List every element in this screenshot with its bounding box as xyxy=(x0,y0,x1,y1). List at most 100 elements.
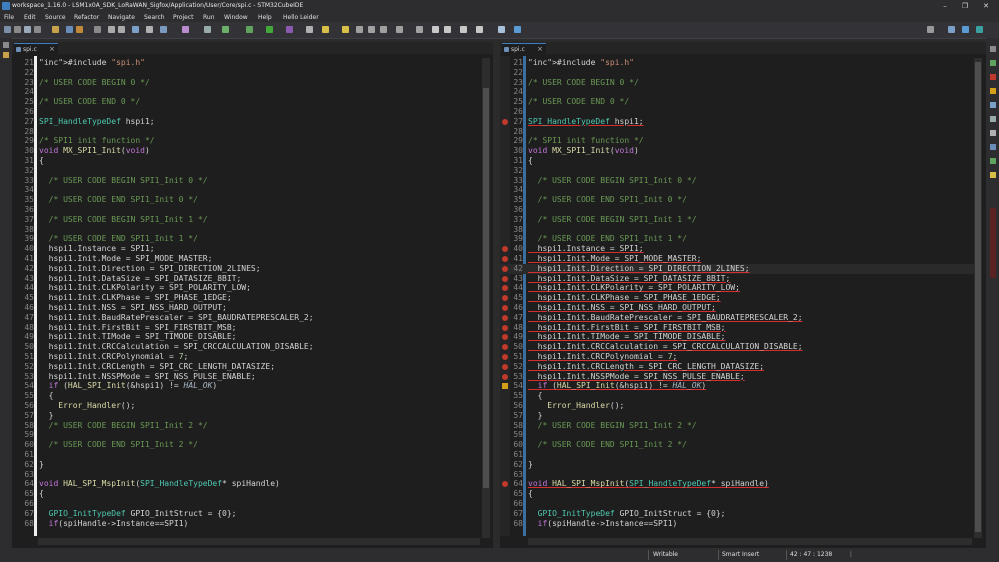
pencil-icon[interactable] xyxy=(322,26,329,33)
code-line[interactable]: 49 hspi1.Init.TIMode = SPI_TIMODE_DISABL… xyxy=(12,332,481,342)
close-tab-icon[interactable]: × xyxy=(537,45,543,53)
undo-icon[interactable] xyxy=(108,26,115,33)
save-all-icon[interactable] xyxy=(34,26,41,33)
code-line[interactable]: 43 hspi1.Init.DataSize = SPI_DATASIZE_8B… xyxy=(500,274,974,284)
code-line[interactable]: 40 hspi1.Instance = SPI1; xyxy=(500,244,974,254)
prev-annotation-icon[interactable] xyxy=(416,26,423,33)
menu-run[interactable]: Run xyxy=(203,14,215,21)
code-line[interactable]: 23 /* USER CODE BEGIN 0 */ xyxy=(12,78,481,88)
print-icon[interactable] xyxy=(146,26,153,33)
problems-icon[interactable] xyxy=(990,74,996,80)
status-more-icon[interactable]: ⋮ xyxy=(848,551,854,558)
debug-icon[interactable] xyxy=(246,26,253,33)
code-line[interactable]: 47 hspi1.Init.BaudRatePrescaler = SPI_BA… xyxy=(12,313,481,323)
code-line[interactable]: 53 hspi1.Init.NSSPMode = SPI_NSS_PULSE_E… xyxy=(500,372,974,382)
properties-icon[interactable] xyxy=(990,116,996,122)
menu-hello-leider[interactable]: Hello Leider xyxy=(283,14,319,21)
outline-icon[interactable] xyxy=(990,46,996,52)
code-line[interactable]: 54 if (HAL_SPI_Init(&hspi1) != HAL_OK) xyxy=(12,381,481,391)
code-line[interactable]: 35 /* USER CODE END SPI1_Init 0 */ xyxy=(12,195,481,205)
code-line[interactable]: 52 hspi1.Init.CRCLength = SPI_CRC_LENGTH… xyxy=(12,362,481,372)
code-line[interactable]: 45 hspi1.Init.CLKPhase = SPI_PHASE_1EDGE… xyxy=(12,293,481,303)
code-line[interactable]: 68 if(spiHandle->Instance==SPI1) xyxy=(12,519,481,529)
block-select-icon[interactable] xyxy=(356,26,363,33)
project-explorer-icon[interactable] xyxy=(3,52,9,58)
code-line[interactable]: 37 /* USER CODE BEGIN SPI1_Init 1 */ xyxy=(12,215,481,225)
code-line[interactable]: 23 /* USER CODE BEGIN 0 */ xyxy=(500,78,974,88)
scroll-thumb[interactable] xyxy=(483,88,489,488)
tasks-icon[interactable] xyxy=(990,88,996,94)
code-line[interactable]: 48 hspi1.Init.FirstBit = SPI_FIRSTBIT_MS… xyxy=(12,323,481,333)
build-icon[interactable] xyxy=(66,26,73,33)
code-line[interactable]: 66 xyxy=(500,499,974,509)
code-line[interactable]: 32 xyxy=(12,166,481,176)
search-icon[interactable] xyxy=(927,26,934,33)
menu-navigate[interactable]: Navigate xyxy=(108,14,135,21)
toggle-icon[interactable] xyxy=(182,26,189,33)
code-line[interactable]: 38 xyxy=(12,225,481,235)
code-line[interactable]: 58 /* USER CODE BEGIN SPI1_Init 2 */ xyxy=(12,421,481,431)
code-line[interactable]: 27 SPI_HandleTypeDef hspi1; xyxy=(500,117,974,127)
external-tools-icon[interactable] xyxy=(204,26,211,33)
left-vertical-scrollbar[interactable] xyxy=(482,58,490,538)
show-selected-icon[interactable] xyxy=(380,26,387,33)
new-icon[interactable] xyxy=(4,26,11,33)
code-line[interactable]: 51 hspi1.Init.CRCPolynomial = 7; xyxy=(500,352,974,362)
code-line[interactable]: 32 xyxy=(500,166,974,176)
code-line[interactable]: 54 if (HAL_SPI_Init(&hspi1) != HAL_OK) xyxy=(500,381,974,391)
tab-spi-c-right[interactable]: spi.c × xyxy=(502,43,546,55)
code-line[interactable]: 42 hspi1.Init.Direction = SPI_DIRECTION_… xyxy=(12,264,481,274)
terminal-icon[interactable] xyxy=(498,26,505,33)
menu-edit[interactable]: Edit xyxy=(24,14,36,21)
close-tab-icon[interactable]: × xyxy=(49,45,55,53)
code-line[interactable]: 28 xyxy=(500,127,974,137)
code-line[interactable]: 48 hspi1.Init.FirstBit = SPI_FIRSTBIT_MS… xyxy=(500,323,974,333)
code-line[interactable]: 53 hspi1.Init.NSSPMode = SPI_NSS_PULSE_E… xyxy=(12,372,481,382)
code-line[interactable]: 46 hspi1.Init.NSS = SPI_NSS_HARD_OUTPUT; xyxy=(500,303,974,313)
menu-window[interactable]: Window xyxy=(224,14,248,21)
perspective-icon[interactable] xyxy=(948,26,955,33)
code-line[interactable]: 44 hspi1.Init.CLKPolarity = SPI_POLARITY… xyxy=(500,283,974,293)
code-line[interactable]: 64 void HAL_SPI_MspInit(SPI_HandleTypeDef… xyxy=(500,479,974,489)
settings-icon[interactable] xyxy=(52,26,59,33)
code-line[interactable]: 57 } xyxy=(12,411,481,421)
code-line[interactable]: 34 xyxy=(500,185,974,195)
code-line[interactable]: 25 /* USER CODE END 0 */ xyxy=(12,97,481,107)
copy-icon[interactable] xyxy=(94,26,101,33)
forward-icon[interactable] xyxy=(444,26,451,33)
sfrs-icon[interactable] xyxy=(990,172,996,178)
code-line[interactable]: 41 hspi1.Init.Mode = SPI_MODE_MASTER; xyxy=(12,254,481,264)
code-line[interactable]: 24 xyxy=(500,87,974,97)
code-line[interactable]: 65 { xyxy=(500,489,974,499)
code-line[interactable]: 56 Error_Handler(); xyxy=(12,401,481,411)
right-vertical-scrollbar[interactable] xyxy=(974,58,982,538)
code-line[interactable]: 61 xyxy=(12,450,481,460)
open-icon[interactable] xyxy=(14,26,21,33)
code-line[interactable]: 62} xyxy=(500,460,974,470)
code-line[interactable]: 40 hspi1.Instance = SPI1; xyxy=(12,244,481,254)
menu-project[interactable]: Project xyxy=(173,14,194,21)
code-line[interactable]: 39 /* USER CODE END SPI1_Init 1 */ xyxy=(500,234,974,244)
code-line[interactable]: 66 xyxy=(12,499,481,509)
code-line[interactable]: 61 xyxy=(500,450,974,460)
info-icon[interactable] xyxy=(514,26,521,33)
menu-search[interactable]: Search xyxy=(144,14,165,21)
code-line[interactable]: 47 hspi1.Init.BaudRatePrescaler = SPI_BA… xyxy=(500,313,974,323)
coverage-icon[interactable] xyxy=(286,26,293,33)
maximize-button[interactable]: ❐ xyxy=(956,1,974,11)
code-line[interactable]: 34 xyxy=(12,185,481,195)
build-analyzer-icon[interactable] xyxy=(990,60,996,66)
code-line[interactable]: 21 "inc">#include "spi.h" xyxy=(12,58,481,68)
redo-icon[interactable] xyxy=(118,26,125,33)
code-line[interactable]: 24 xyxy=(12,87,481,97)
code-line[interactable]: 39 /* USER CODE END SPI1_Init 1 */ xyxy=(12,234,481,244)
code-line[interactable]: 51 hspi1.Init.CRCPolynomial = 7; xyxy=(12,352,481,362)
menu-help[interactable]: Help xyxy=(258,14,272,21)
code-line[interactable]: 68 if(spiHandle->Instance==SPI1) xyxy=(500,519,974,529)
code-line[interactable]: 63 xyxy=(500,470,974,480)
code-line[interactable]: 55 { xyxy=(500,391,974,401)
code-line[interactable]: 46 hspi1.Init.NSS = SPI_NSS_HARD_OUTPUT; xyxy=(12,303,481,313)
code-line[interactable]: 59 xyxy=(500,430,974,440)
code-line[interactable]: 63 xyxy=(12,470,481,480)
step-into-icon[interactable] xyxy=(132,26,139,33)
